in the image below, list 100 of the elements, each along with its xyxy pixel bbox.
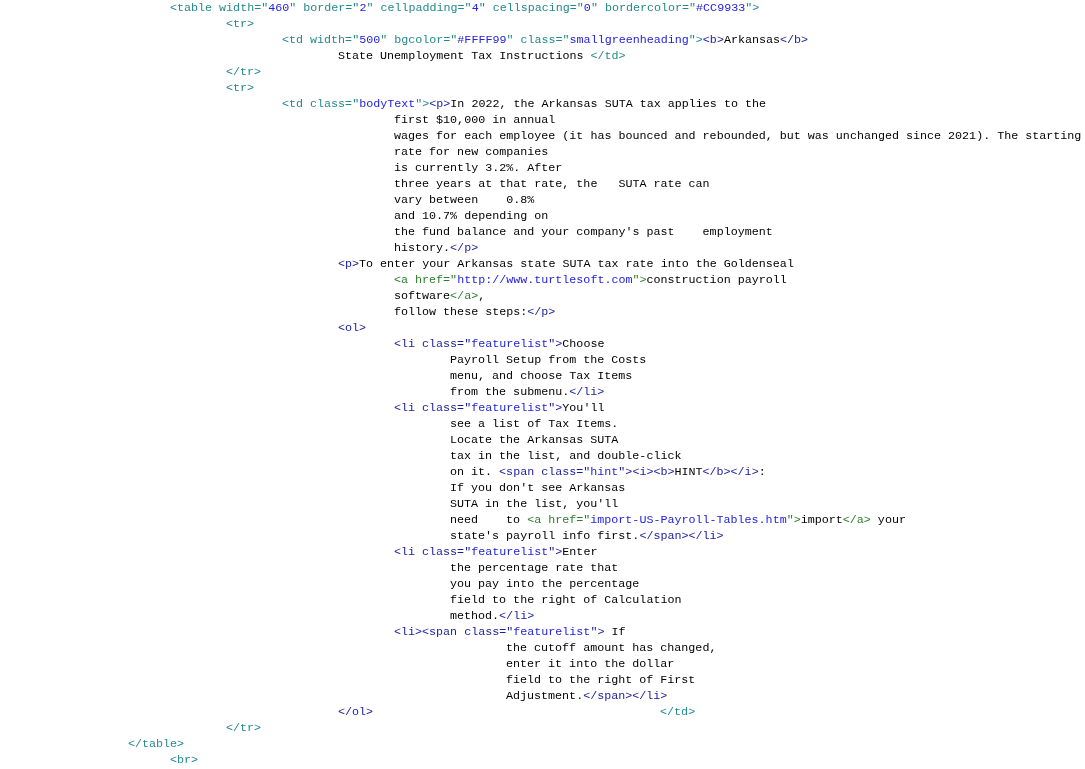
tag-token: </li> xyxy=(569,385,605,399)
attribute-value: smallgreenheading xyxy=(569,33,689,47)
tag-token: </p> xyxy=(527,305,556,319)
tag-token: "> xyxy=(590,625,605,639)
tag-token: <p> xyxy=(338,257,360,271)
tag-token: "> xyxy=(745,1,760,15)
attribute-value: featurelist xyxy=(471,545,549,559)
tag-token: </p> xyxy=(450,241,479,255)
tag-token: </b></i> xyxy=(702,465,759,479)
code-text: In 2022, the Arkansas SUTA tax applies to the xyxy=(450,97,766,111)
code-text: follow these steps: xyxy=(394,305,528,319)
tag-token: </b> xyxy=(780,33,809,47)
code-text: construction payroll xyxy=(646,273,787,287)
code-text: field to the right of Calculation xyxy=(450,593,682,607)
attribute-value: 4 xyxy=(471,1,479,15)
tag-token: <tr> xyxy=(226,17,255,31)
tag-token: <ol> xyxy=(338,321,367,335)
tag-token: </ol> xyxy=(338,705,374,719)
tag-token: </tr> xyxy=(226,65,262,79)
tag-token: <span class=" xyxy=(499,465,591,479)
code-text: is currently 3.2%. After xyxy=(394,161,563,175)
code-text: and 10.7% depending on xyxy=(394,209,549,223)
tag-token: " bgcolor=" xyxy=(380,33,458,47)
tag-token: "> xyxy=(548,545,563,559)
code-text: rate for new companies xyxy=(394,145,549,159)
tag-token: <td class=" xyxy=(282,97,360,111)
tag-token: </span></li> xyxy=(583,689,668,703)
tag-token: " cellpadding=" xyxy=(366,1,472,15)
code-text: you pay into the percentage xyxy=(450,577,640,591)
tag-token: </td> xyxy=(590,49,626,63)
tag-token: "> xyxy=(548,401,563,415)
tag-token: </a> xyxy=(842,513,871,527)
code-text: If xyxy=(610,625,626,639)
code-text: three years at that rate, the SUTA rate can xyxy=(394,177,710,191)
tag-token: <td width=" xyxy=(282,33,360,47)
tag-token: </td> xyxy=(660,705,696,719)
code-text: state's payroll info first. xyxy=(450,529,640,543)
code-text: on it. xyxy=(450,465,494,479)
attribute-value: http://www.turtlesoft.com xyxy=(457,273,633,287)
code-text: Enter xyxy=(562,545,598,559)
code-text: history. xyxy=(394,241,451,255)
code-text: Choose xyxy=(562,337,605,351)
tag-token: <table width=" xyxy=(170,1,269,15)
tag-token: <li class=" xyxy=(394,337,472,351)
code-text: the percentage rate that xyxy=(450,561,619,575)
tag-token: </tr> xyxy=(226,721,262,735)
attribute-value: 0 xyxy=(583,1,591,15)
tag-token: </span></li> xyxy=(639,529,724,543)
tag-token: <li class=" xyxy=(394,545,472,559)
code-text: see a list of Tax Items. xyxy=(450,417,619,431)
attribute-value: import-US-Payroll-Tables.htm xyxy=(590,513,787,527)
code-text: You'll xyxy=(562,401,605,415)
code-text: import xyxy=(800,513,843,527)
tag-token: "> xyxy=(548,337,563,351)
code-text: tax in the list, and double-click xyxy=(450,449,682,463)
attribute-value: featurelist xyxy=(471,337,549,351)
attribute-value: featurelist xyxy=(513,625,591,639)
code-text: method. xyxy=(450,609,500,623)
tag-token: "> xyxy=(632,273,647,287)
code-text: the cutoff amount has changed, xyxy=(506,641,717,655)
tag-token: "> xyxy=(786,513,801,527)
tag-token: " bordercolor=" xyxy=(590,1,697,15)
attribute-value: featurelist xyxy=(471,401,549,415)
code-text: HINT xyxy=(674,465,703,479)
tag-token: <a href=" xyxy=(527,513,591,527)
attribute-value: hint xyxy=(590,465,619,479)
tag-token: "> xyxy=(415,97,430,111)
tag-token: </table> xyxy=(128,737,185,751)
tag-token: " border=" xyxy=(289,1,360,15)
code-text: from the submenu. xyxy=(450,385,570,399)
tag-token: <p> xyxy=(429,97,451,111)
code-text: menu, and choose Tax Items xyxy=(450,369,633,383)
tag-token: </li> xyxy=(499,609,535,623)
code-text: If you don't see Arkansas xyxy=(450,481,626,495)
code-text: Locate the Arkansas SUTA xyxy=(450,433,619,447)
code-text: enter it into the dollar xyxy=(506,657,675,671)
code-text: , xyxy=(478,289,486,303)
tag-token: <li><span class=" xyxy=(394,625,514,639)
tag-token: </a> xyxy=(450,289,479,303)
code-text: State Unemployment Tax Instructions xyxy=(338,49,585,63)
attribute-value: 460 xyxy=(268,1,290,15)
tag-token: "><i><b> xyxy=(618,465,675,479)
code-text: field to the right of First xyxy=(506,673,696,687)
tag-token: <li class=" xyxy=(394,401,472,415)
code-text: wages for each employee (it has bounced and rebounded, but was unchanged since 2021). The starting xyxy=(394,129,1082,143)
code-text: Payroll Setup from the Costs xyxy=(450,353,647,367)
tag-token: <tr> xyxy=(226,81,255,95)
code-text: need to xyxy=(450,513,522,527)
code-text: vary between 0.8% xyxy=(394,193,535,207)
code-text: the fund balance and your company's past employment xyxy=(394,225,773,239)
attribute-value: #FFFF99 xyxy=(457,33,507,47)
code-text: : xyxy=(758,465,766,479)
code-text: software xyxy=(394,289,451,303)
attribute-value: bodyText xyxy=(359,97,416,111)
tag-token: <a href=" xyxy=(394,273,458,287)
code-text: SUTA in the list, you'll xyxy=(450,497,619,511)
tag-token: <b> xyxy=(702,33,724,47)
code-text: To enter your Arkansas state SUTA tax rate into the Goldenseal xyxy=(359,257,794,271)
tag-token: " class=" xyxy=(506,33,570,47)
attribute-value: 500 xyxy=(359,33,381,47)
